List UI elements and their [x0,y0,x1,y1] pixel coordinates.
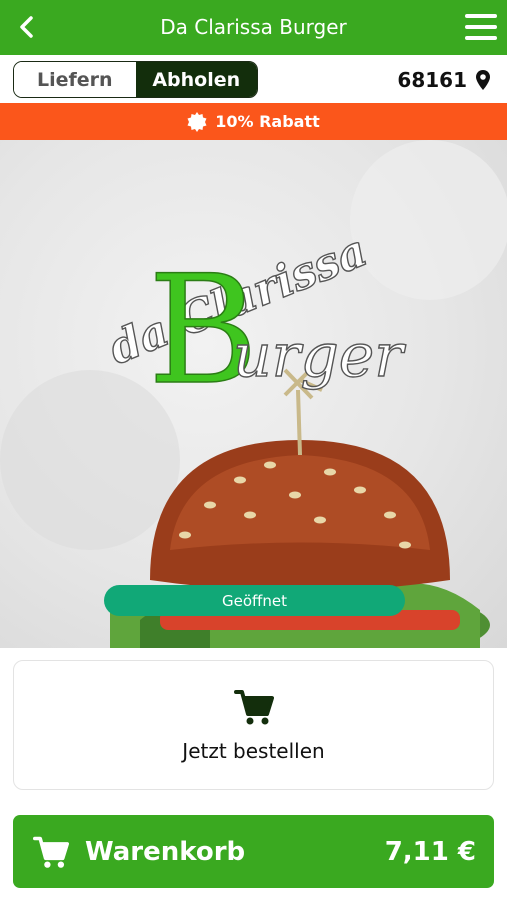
shopping-cart-icon [233,690,274,725]
cart-button[interactable]: Warenkorb 7,11 € [13,815,494,888]
cart-total: 7,11 € [384,836,476,867]
delivery-mode-toggle: Liefern Abholen [13,61,258,98]
discount-label: 10% Rabatt [215,112,320,131]
back-button[interactable] [10,10,44,44]
tab-liefern[interactable]: Liefern [14,62,136,97]
tab-abholen[interactable]: Abholen [135,62,257,97]
status-badge: Geöffnet [104,585,405,616]
hero-image: da Clarissa B urger Geöffnet [0,140,507,648]
badge-icon [187,111,207,132]
discount-banner[interactable]: 10% Rabatt [0,103,507,140]
cart-label: Warenkorb [85,836,246,867]
burger-illustration: da Clarissa B urger [0,140,507,648]
logo-rest: urger [233,321,406,391]
chevron-left-icon [20,16,33,38]
order-now-label: Jetzt bestellen [182,739,325,763]
postal-code: 68161 [397,67,467,92]
location-selector[interactable]: 68161 [397,61,491,98]
shopping-cart-icon [33,836,69,868]
page-title: Da Clarissa Burger [160,15,347,39]
top-app-bar: Da Clarissa Burger [0,0,507,55]
mode-bar: Liefern Abholen 68161 [0,55,507,103]
map-pin-icon [476,69,490,90]
order-now-card[interactable]: Jetzt bestellen [13,660,494,790]
hamburger-menu-icon[interactable] [463,11,499,43]
